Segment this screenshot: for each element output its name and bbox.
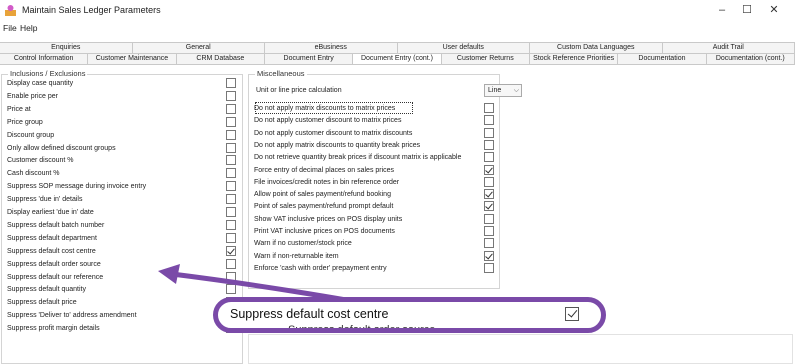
suppress-default-batch-number-checkbox[interactable] xyxy=(226,220,236,230)
display-case-quantity-label: Display case quantity xyxy=(7,77,73,90)
point-of-sales-payment-refund-prompt-default-checkbox[interactable] xyxy=(484,201,494,211)
price-at-checkbox[interactable] xyxy=(226,104,236,114)
show-vat-inclusive-prices-on-pos-display-units-label: Show VAT inclusive prices on POS display… xyxy=(254,213,402,226)
do-not-apply-customer-discount-to-matrix-discounts-checkbox[interactable] xyxy=(484,128,494,138)
minimize-button[interactable]: – xyxy=(713,3,731,18)
suppress-default-cost-centre-label: Suppress default cost centre xyxy=(7,245,96,258)
price-group-label: Price group xyxy=(7,116,43,129)
tab-custom-data-languages[interactable]: Custom Data Languages xyxy=(529,42,663,53)
callout-checkbox xyxy=(565,307,579,321)
suppress-default-price-label: Suppress default price xyxy=(7,296,77,309)
price-group-checkbox[interactable] xyxy=(226,117,236,127)
tab-customer-maintenance[interactable]: Customer Maintenance xyxy=(87,53,176,64)
maximize-button[interactable]: ☐ xyxy=(738,3,756,18)
only-allow-defined-discount-groups-label: Only allow defined discount groups xyxy=(7,142,116,155)
inclusions-group: Inclusions / Exclusions Display case qua… xyxy=(1,74,243,364)
do-not-apply-matrix-discounts-to-quantity-break-prices-checkbox[interactable] xyxy=(484,140,494,150)
warn-if-no-customer-stock-price-checkbox[interactable] xyxy=(484,238,494,248)
suppress-default-our-reference-label: Suppress default our reference xyxy=(7,271,103,284)
tab-document-entry[interactable]: Document Entry xyxy=(264,53,353,64)
tab-enquiries[interactable]: Enquiries xyxy=(0,42,133,53)
misc-caption: Miscellaneous xyxy=(255,69,307,78)
warn-if-non-returnable-item-checkbox[interactable] xyxy=(484,251,494,261)
tab-ebusiness[interactable]: eBusiness xyxy=(264,42,398,53)
menu-help[interactable]: Help xyxy=(20,23,37,33)
tab-documentation[interactable]: Documentation xyxy=(617,53,706,64)
do-not-apply-customer-discount-to-matrix-prices-checkbox[interactable] xyxy=(484,115,494,125)
suppress-default-department-checkbox[interactable] xyxy=(226,233,236,243)
enable-price-per-checkbox[interactable] xyxy=(226,91,236,101)
tab-document-entry-cont[interactable]: Document Entry (cont.) xyxy=(352,53,441,64)
allow-point-of-sales-payment-refund-booking-checkbox[interactable] xyxy=(484,189,494,199)
unit-price-label: Unit or line price calculation xyxy=(256,84,342,97)
suppress-default-quantity-label: Suppress default quantity xyxy=(7,283,86,296)
tab-stock-reference-priorities[interactable]: Stock Reference Priorities xyxy=(529,53,618,64)
warn-if-no-customer-stock-price-label: Warn if no customer/stock price xyxy=(254,237,352,250)
title-bar: Maintain Sales Ledger Parameters – ☐ ✕ xyxy=(0,0,795,22)
cash-discount-checkbox[interactable] xyxy=(226,168,236,178)
allow-point-of-sales-payment-refund-booking-label: Allow point of sales payment/refund book… xyxy=(254,188,391,201)
do-not-retrieve-quantity-break-prices-if-discount-matrix-is-applicable-label: Do not retrieve quantity break prices if… xyxy=(254,151,461,164)
unit-price-value: Line xyxy=(488,87,501,94)
suppress-due-in-details-label: Suppress 'due in' details xyxy=(7,193,82,206)
point-of-sales-payment-refund-prompt-default-label: Point of sales payment/refund prompt def… xyxy=(254,200,393,213)
tab-row-top: EnquiriesGeneraleBusinessUser defaultsCu… xyxy=(0,42,795,53)
display-case-quantity-checkbox[interactable] xyxy=(226,78,236,88)
suppress-deliver-to-address-amendment-label: Suppress 'Deliver to' address amendment xyxy=(7,309,137,322)
suppress-default-order-source-label: Suppress default order source xyxy=(7,258,101,271)
tab-control-information[interactable]: Control Information xyxy=(0,53,88,64)
tab-general[interactable]: General xyxy=(132,42,266,53)
suppress-sop-message-during-invoice-entry-label: Suppress SOP message during invoice entr… xyxy=(7,180,146,193)
print-vat-inclusive-prices-on-pos-documents-checkbox[interactable] xyxy=(484,226,494,236)
suppress-sop-message-during-invoice-entry-checkbox[interactable] xyxy=(226,181,236,191)
file-invoices-credit-notes-in-bin-reference-order-label: File invoices/credit notes in bin refere… xyxy=(254,176,399,189)
force-entry-of-decimal-places-on-sales-prices-checkbox[interactable] xyxy=(484,165,494,175)
close-button[interactable]: ✕ xyxy=(765,3,783,18)
focus-rectangle xyxy=(255,102,413,114)
discount-group-checkbox[interactable] xyxy=(226,130,236,140)
display-earliest-due-in-date-label: Display earliest 'due in' date xyxy=(7,206,94,219)
chevron-down-icon: ⌵ xyxy=(514,85,519,96)
window-title: Maintain Sales Ledger Parameters xyxy=(22,5,161,15)
menu-file[interactable]: File xyxy=(3,23,17,33)
tab-customer-returns[interactable]: Customer Returns xyxy=(441,53,530,64)
show-vat-inclusive-prices-on-pos-display-units-checkbox[interactable] xyxy=(484,214,494,224)
customer-discount-checkbox[interactable] xyxy=(226,155,236,165)
callout-ghost-text: Suppress default order source xyxy=(288,324,435,333)
display-earliest-due-in-date-checkbox[interactable] xyxy=(226,207,236,217)
tab-crm-database[interactable]: CRM Database xyxy=(176,53,265,64)
enable-price-per-label: Enable price per xyxy=(7,90,58,103)
price-at-label: Price at xyxy=(7,103,31,116)
tab-audit-trail[interactable]: Audit Trail xyxy=(662,42,795,53)
enforce-cash-with-order-prepayment-entry-checkbox[interactable] xyxy=(484,263,494,273)
cash-discount-label: Cash discount % xyxy=(7,167,60,180)
suppress-default-department-label: Suppress default department xyxy=(7,232,97,245)
tab-user-defaults[interactable]: User defaults xyxy=(397,42,531,53)
do-not-apply-matrix-discounts-to-quantity-break-prices-label: Do not apply matrix discounts to quantit… xyxy=(254,139,420,152)
discount-group-label: Discount group xyxy=(7,129,54,142)
do-not-apply-matrix-discounts-to-matrix-prices-checkbox[interactable] xyxy=(484,103,494,113)
app-icon xyxy=(4,4,17,17)
callout-zoom: Suppress default cost centre Suppress de… xyxy=(213,297,606,333)
suppress-default-batch-number-label: Suppress default batch number xyxy=(7,219,104,232)
suppress-default-cost-centre-checkbox[interactable] xyxy=(226,246,236,256)
force-entry-of-decimal-places-on-sales-prices-label: Force entry of decimal places on sales p… xyxy=(254,164,394,177)
do-not-apply-customer-discount-to-matrix-discounts-label: Do not apply customer discount to matrix… xyxy=(254,127,412,140)
tab-documentation-cont[interactable]: Documentation (cont.) xyxy=(706,53,795,64)
tab-row-bottom: Control InformationCustomer MaintenanceC… xyxy=(0,53,795,64)
callout-label: Suppress default cost centre xyxy=(230,307,388,321)
suppress-profit-margin-details-label: Suppress profit margin details xyxy=(7,322,100,335)
file-invoices-credit-notes-in-bin-reference-order-checkbox[interactable] xyxy=(484,177,494,187)
print-vat-inclusive-prices-on-pos-documents-label: Print VAT inclusive prices on POS docume… xyxy=(254,225,395,238)
do-not-retrieve-quantity-break-prices-if-discount-matrix-is-applicable-checkbox[interactable] xyxy=(484,152,494,162)
only-allow-defined-discount-groups-checkbox[interactable] xyxy=(226,143,236,153)
menu-bar: File Help xyxy=(0,22,795,35)
unit-price-combo[interactable]: Line ⌵ xyxy=(484,84,522,97)
do-not-apply-customer-discount-to-matrix-prices-label: Do not apply customer discount to matrix… xyxy=(254,114,401,127)
suppress-due-in-details-checkbox[interactable] xyxy=(226,194,236,204)
customer-discount-label: Customer discount % xyxy=(7,154,74,167)
